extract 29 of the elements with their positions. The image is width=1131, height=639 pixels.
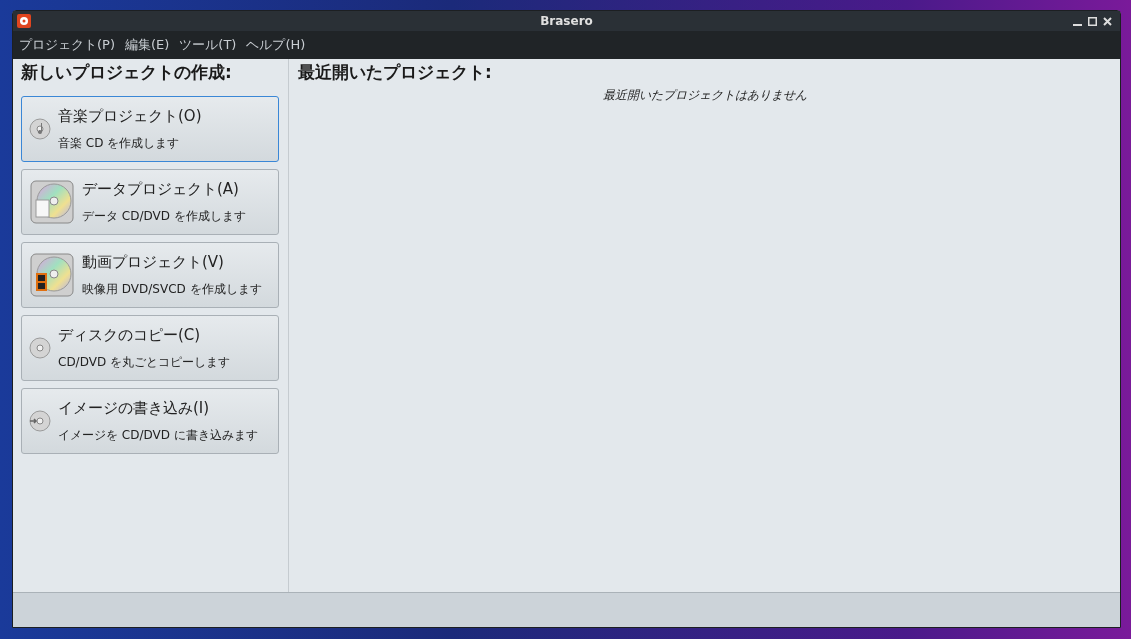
menu-item[interactable]: ヘルプ(H) [246, 35, 306, 55]
project-button[interactable]: データプロジェクト(A) データ CD/DVD を作成します [21, 168, 279, 235]
recent-projects-heading: 最近開いたプロジェクト: [298, 61, 493, 84]
project-button[interactable]: 音楽プロジェクト(O) 音楽 CD を作成します [21, 95, 279, 162]
app-logo-icon [17, 14, 31, 28]
close-icon[interactable] [1103, 16, 1112, 26]
empty-message: 最近開いたプロジェクトはありません [602, 86, 807, 104]
disc-icon [29, 336, 51, 359]
project-description: 映像用 DVD/SVCD を作成します [82, 280, 262, 298]
disc-icon [29, 409, 51, 432]
project-title: 動画プロジェクト(V) [82, 252, 225, 274]
menu-item[interactable]: プロジェクト(P) [19, 35, 115, 55]
project-description: データ CD/DVD を作成します [82, 207, 246, 225]
menu-item[interactable]: ツール(T) [179, 35, 237, 55]
project-description: 音楽 CD を作成します [58, 134, 181, 152]
project-button[interactable]: 動画プロジェクト(V) 映像用 DVD/SVCD を作成します [21, 241, 279, 308]
project-title: 音楽プロジェクト(O) [58, 106, 202, 128]
project-button[interactable]: イメージの書き込み(I) イメージを CD/DVD に書き込みます [21, 387, 279, 454]
disc-icon [29, 117, 51, 140]
project-button[interactable]: ディスクのコピー(C) CD/DVD を丸ごとコピーします [21, 314, 279, 381]
project-title: イメージの書き込み(I) [58, 398, 211, 420]
project-title: ディスクのコピー(C) [58, 325, 202, 347]
window-title: Brasero [540, 13, 593, 30]
project-description: イメージを CD/DVD に書き込みます [58, 426, 258, 444]
project-description: CD/DVD を丸ごとコピーします [58, 353, 230, 371]
menu-item[interactable]: 編集(E) [125, 35, 170, 55]
project-title: データプロジェクト(A) [82, 179, 240, 201]
new-project-heading: 新しいプロジェクトの作成: [21, 61, 233, 84]
maximize-icon[interactable] [1088, 16, 1097, 26]
